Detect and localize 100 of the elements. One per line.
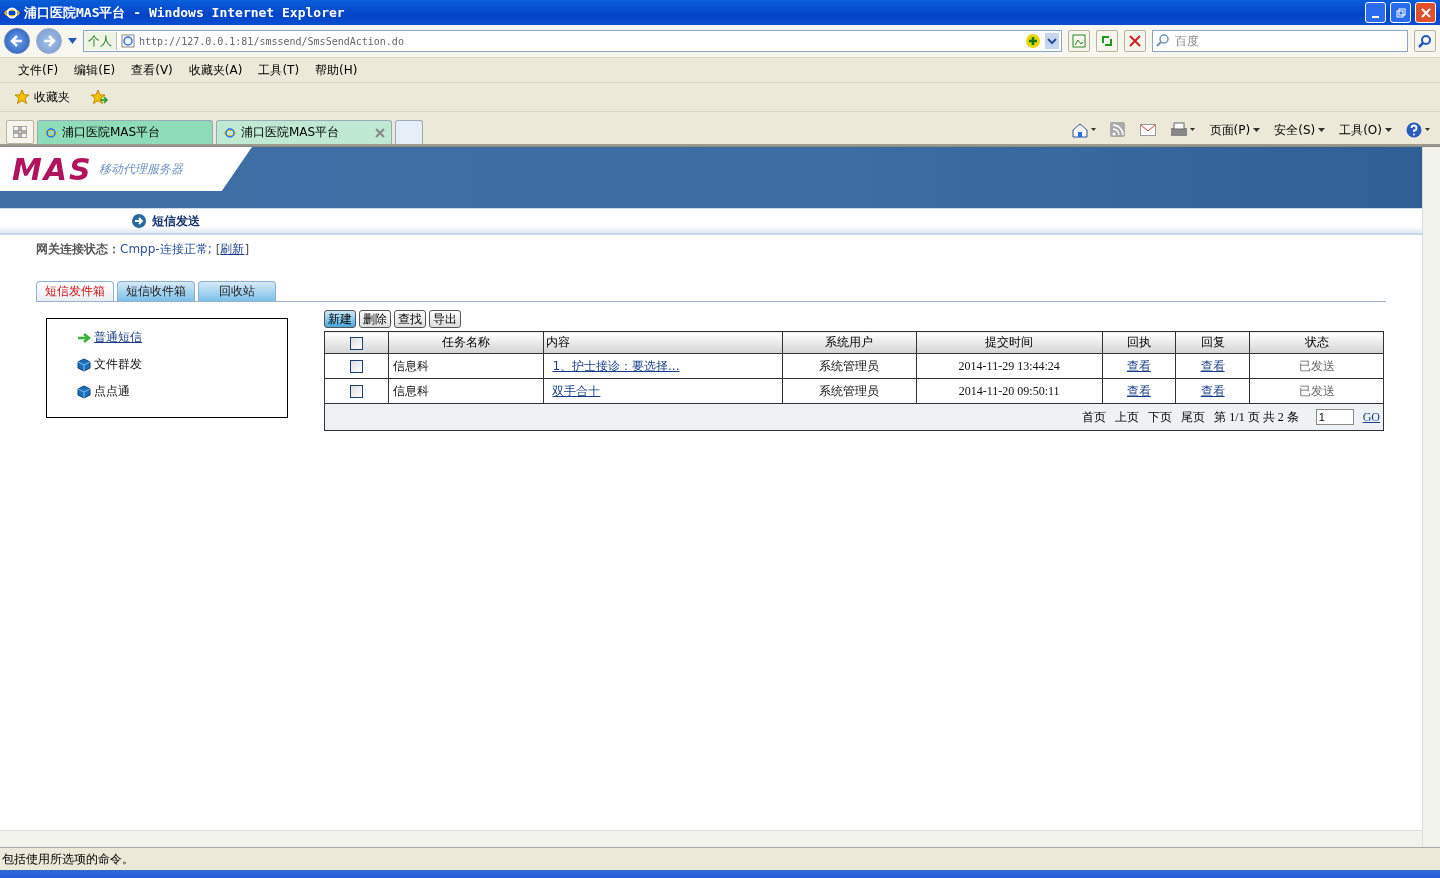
- menu-item[interactable]: 编辑(E): [74, 61, 116, 79]
- side-menu-item[interactable]: 普通短信: [77, 329, 287, 346]
- menu-item[interactable]: 文件(F): [18, 61, 59, 79]
- home-icon[interactable]: [1071, 122, 1096, 138]
- section-title: 短信发送: [152, 212, 200, 230]
- pager-link[interactable]: 下页: [1148, 408, 1173, 426]
- column-header: 内容: [543, 331, 783, 354]
- stop-icon: [1129, 35, 1141, 47]
- table-link[interactable]: 双手合十: [552, 383, 601, 398]
- toolbar-button[interactable]: 删除: [359, 310, 391, 328]
- toolbar-button[interactable]: 查找: [394, 310, 426, 328]
- logo-subtitle: 移动代理服务器: [98, 160, 183, 178]
- restore-button[interactable]: [1390, 2, 1411, 23]
- refresh-icon: [1100, 34, 1114, 48]
- mailbox-tab[interactable]: 回收站: [198, 281, 276, 301]
- compatibility-button[interactable]: [1068, 30, 1090, 52]
- menu-item[interactable]: 查看(V): [131, 61, 173, 79]
- column-header: 回复: [1175, 331, 1250, 354]
- menu-item[interactable]: 收藏夹(A): [188, 61, 243, 79]
- search-field[interactable]: 百度: [1152, 30, 1408, 52]
- print-icon[interactable]: [1169, 122, 1196, 138]
- pager-summary: 第 1/1 页 共 2 条: [1214, 408, 1299, 426]
- close-button[interactable]: [1415, 2, 1436, 23]
- pager-link[interactable]: 上页: [1115, 408, 1140, 426]
- arrow-right-icon: [77, 331, 91, 344]
- row-checkbox[interactable]: [349, 360, 363, 373]
- arrow-circle-icon: [132, 214, 146, 228]
- star-icon: [14, 89, 30, 105]
- mailbox-tab[interactable]: 短信收件箱: [117, 281, 195, 301]
- select-all-checkbox[interactable]: [349, 336, 363, 350]
- column-header: 系统用户: [782, 331, 917, 354]
- side-menu-item[interactable]: 文件群发: [77, 356, 287, 373]
- go-link[interactable]: GO: [1362, 409, 1380, 425]
- bracket-text: [: [215, 242, 221, 257]
- page-icon: [121, 34, 135, 48]
- close-tab-icon[interactable]: [375, 127, 385, 138]
- column-header: 状态: [1249, 331, 1384, 354]
- table-cell: 系统管理员: [782, 378, 917, 404]
- table-link[interactable]: 查看: [1126, 358, 1151, 373]
- command-menu[interactable]: 页面(P): [1209, 121, 1261, 139]
- command-menu[interactable]: 安全(S): [1274, 121, 1326, 139]
- bracket-text: ]: [244, 242, 250, 257]
- add-favorite-icon[interactable]: [90, 89, 108, 105]
- address-field[interactable]: http://127.0.0.1:81/smssend/SmsSendAction.do: [139, 35, 1021, 47]
- browser-tab[interactable]: 浦口医院MAS平台: [37, 120, 213, 144]
- help-icon[interactable]: [1406, 122, 1432, 138]
- minimize-button[interactable]: [1365, 2, 1386, 23]
- back-button[interactable]: [4, 28, 30, 54]
- forward-arrow-icon: [42, 34, 56, 48]
- command-menu[interactable]: 工具(O): [1339, 121, 1392, 139]
- stop-button[interactable]: [1124, 30, 1146, 52]
- table-cell: 已发送: [1249, 353, 1384, 379]
- cube-icon: [77, 384, 91, 399]
- ie-logo-icon: [223, 125, 237, 140]
- table-cell: 2014-11-29 13:44:24: [916, 353, 1103, 379]
- search-icon: [1418, 34, 1432, 48]
- browser-tab[interactable]: 浦口医院MAS平台: [216, 120, 392, 144]
- table-cell: 2014-11-20 09:50:11: [916, 378, 1103, 404]
- search-icon: [1156, 33, 1170, 47]
- column-header: 回执: [1102, 331, 1176, 354]
- table-link[interactable]: 查看: [1200, 383, 1225, 398]
- table-cell: 信息科: [388, 378, 544, 404]
- history-caret-icon[interactable]: [68, 38, 77, 44]
- table-link[interactable]: 查看: [1126, 383, 1151, 398]
- toolbar-button[interactable]: 导出: [429, 310, 461, 328]
- favorites-button[interactable]: 收藏夹: [14, 88, 70, 106]
- minimize-icon: [1372, 15, 1379, 18]
- address-dropdown-icon[interactable]: [1045, 33, 1059, 49]
- toolbar-button[interactable]: 新建: [324, 310, 356, 328]
- plus-icon: [1025, 33, 1041, 49]
- page-number-input[interactable]: 1: [1315, 409, 1354, 425]
- search-button[interactable]: [1414, 30, 1436, 52]
- table-cell: 系统管理员: [782, 353, 917, 379]
- mail-icon[interactable]: [1139, 124, 1156, 136]
- refresh-button[interactable]: [1096, 30, 1118, 52]
- profile-dropdown[interactable]: 个人: [84, 32, 117, 50]
- caret-icon: [1318, 128, 1326, 132]
- row-checkbox[interactable]: [349, 385, 363, 398]
- restore-icon: [1395, 7, 1406, 18]
- caret-icon: [1253, 128, 1261, 132]
- quick-tabs-button[interactable]: [6, 120, 34, 144]
- ie-logo-icon: [44, 125, 58, 140]
- gateway-status-label: 网关连接状态：: [36, 241, 120, 258]
- window-title: 浦口医院MAS平台 - Windows Internet Explorer: [24, 3, 346, 22]
- table-link[interactable]: 1、护士接诊：要选择...: [552, 358, 680, 373]
- menu-item[interactable]: 帮助(H): [315, 61, 358, 79]
- pager-link[interactable]: 尾页: [1181, 408, 1206, 426]
- table-cell: 信息科: [388, 353, 544, 379]
- table-link[interactable]: 查看: [1200, 358, 1225, 373]
- pager-link[interactable]: 首页: [1082, 408, 1107, 426]
- status-text: 包括使用所选项的命令。: [2, 850, 134, 868]
- mailbox-tab[interactable]: 短信发件箱: [36, 281, 114, 301]
- refresh-link[interactable]: 刷新: [220, 241, 245, 258]
- back-arrow-icon: [10, 34, 24, 48]
- forward-button[interactable]: [36, 28, 62, 54]
- side-menu-item[interactable]: 点点通: [77, 383, 287, 400]
- table-cell: 已发送: [1249, 378, 1384, 404]
- menu-item[interactable]: 工具(T): [258, 61, 300, 79]
- gateway-status-value: Cmpp-连接正常;: [120, 241, 212, 258]
- column-header: 任务名称: [388, 331, 544, 354]
